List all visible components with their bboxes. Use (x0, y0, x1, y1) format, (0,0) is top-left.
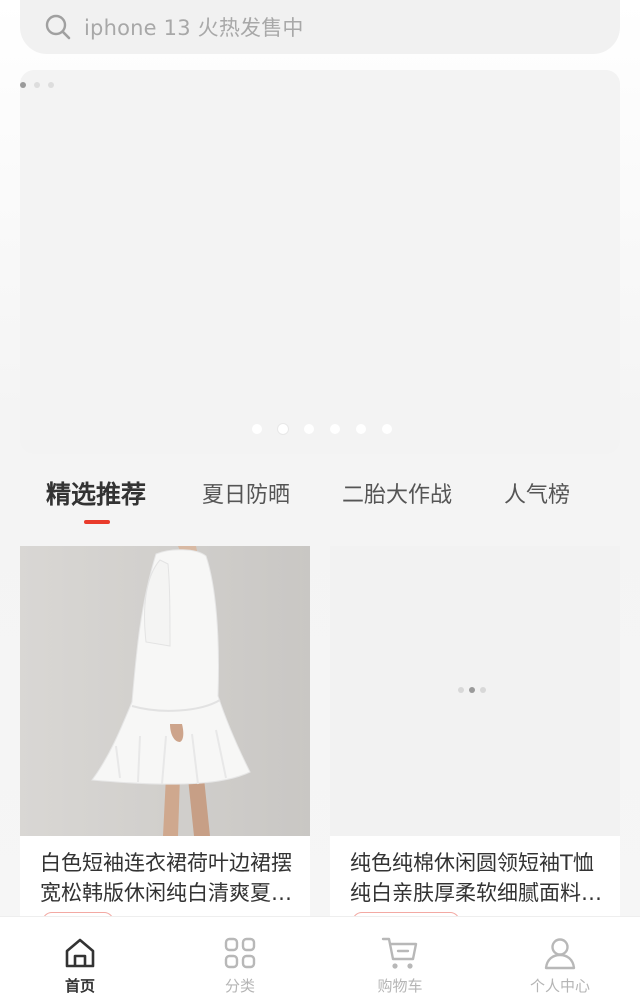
user-icon (543, 935, 577, 971)
home-icon (63, 935, 97, 971)
category-grid-icon (223, 935, 257, 971)
carousel-dot[interactable] (304, 424, 314, 434)
product-title: 白色短袖连衣裙荷叶边裙摆宽松韩版休闲纯白清爽夏季女装 (40, 851, 292, 905)
tab-featured[interactable]: 精选推荐 (46, 466, 146, 520)
carousel-dot-active[interactable] (278, 424, 288, 434)
search-placeholder: iphone 13 火热发售中 (84, 16, 304, 40)
nav-profile-label: 个人中心 (529, 977, 590, 995)
product-image (20, 546, 310, 836)
product-card[interactable]: 白色短袖连衣裙荷叶边裙摆宽松韩版休闲纯白清爽夏季女装 (20, 546, 310, 918)
product-title: 纯色纯棉休闲圆领短袖T恤纯白亲肤厚柔软细腻面料纯白短袖套头T恤 (350, 851, 602, 905)
loading-indicator (458, 687, 486, 693)
bottom-nav: 首页 分类 购物车 个人中心 (0, 916, 640, 1008)
tab-second-child[interactable]: 二胎大作战 (342, 466, 452, 520)
carousel-dot[interactable] (330, 424, 340, 434)
category-tabs: 精选推荐 夏日防晒 二胎大作战 人气榜 (0, 466, 640, 536)
cart-icon (381, 935, 419, 971)
active-tab-indicator (84, 520, 110, 524)
carousel-dot[interactable] (382, 424, 392, 434)
tab-summer-sunscreen[interactable]: 夏日防晒 (202, 466, 290, 520)
loading-indicator (20, 82, 54, 88)
tab-popular[interactable]: 人气榜 (504, 466, 570, 520)
carousel-dot[interactable] (252, 424, 262, 434)
carousel-dot[interactable] (356, 424, 366, 434)
product-image (330, 546, 620, 836)
nav-category[interactable]: 分类 (160, 917, 320, 1008)
nav-home[interactable]: 首页 (0, 917, 160, 1008)
carousel-pagination (252, 424, 392, 434)
nav-category-label: 分类 (224, 977, 255, 995)
nav-home-label: 首页 (64, 977, 95, 995)
white-dress-photo (20, 546, 310, 836)
banner-carousel[interactable] (20, 70, 620, 454)
nav-cart-label: 购物车 (377, 977, 423, 995)
nav-profile[interactable]: 个人中心 (480, 917, 640, 1008)
search-icon (44, 13, 72, 41)
home-page: iphone 13 火热发售中 精选推荐 夏日防晒 二胎大作战 人气榜 白色短袖… (0, 0, 640, 1008)
nav-cart[interactable]: 购物车 (320, 917, 480, 1008)
search-bar[interactable]: iphone 13 火热发售中 (20, 0, 620, 54)
product-card[interactable]: 纯色纯棉休闲圆领短袖T恤纯白亲肤厚柔软细腻面料纯白短袖套头T恤 (330, 546, 620, 918)
